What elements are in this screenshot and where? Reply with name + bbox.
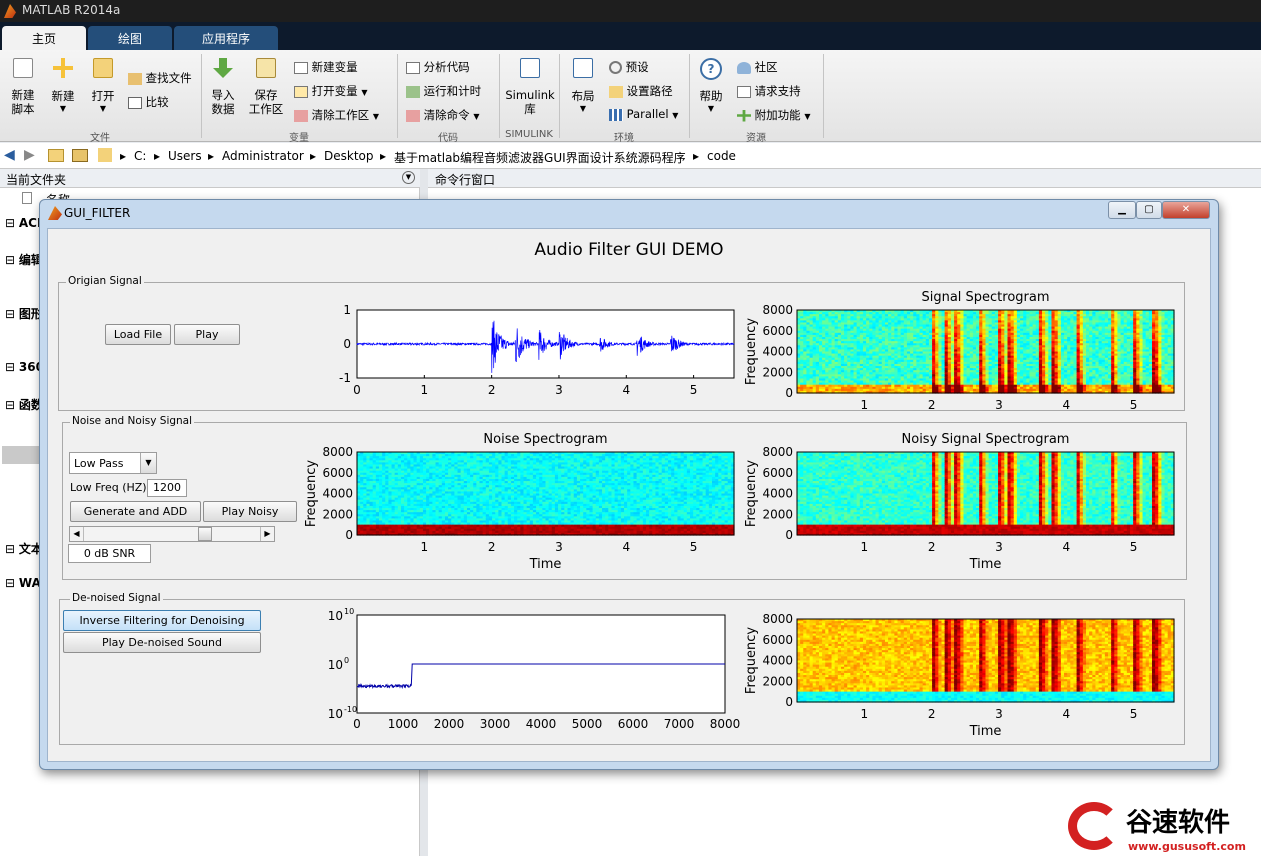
- x-tick-label: 3: [995, 398, 1003, 412]
- x-tick-label: 3: [555, 383, 563, 397]
- spectrogram-cells: [797, 310, 1175, 394]
- x-tick-label: 4: [1062, 398, 1070, 412]
- y-tick-label: 0: [343, 337, 351, 351]
- y-tick-label: 4000: [762, 345, 793, 359]
- x-tick-label: 5: [1130, 398, 1138, 412]
- x-tick-label: 2: [488, 383, 496, 397]
- y-tick-label: 8000: [762, 303, 793, 317]
- y-tick-label: -1: [339, 371, 351, 385]
- figure-axes: 0 1 2 3 4 510-11 2 3 4 580006000400020000Signal S…: [304, 290, 1175, 739]
- x-tick-label: 0: [353, 383, 361, 397]
- y-tick-label: 1: [343, 303, 351, 317]
- x-tick-label: 2: [928, 398, 936, 412]
- x-tick-label: 4: [622, 383, 630, 397]
- x-tick-label: 5: [690, 383, 698, 397]
- x-tick-label: 1: [421, 383, 429, 397]
- x-tick-label: 1: [861, 398, 869, 412]
- y-tick-label: 6000: [762, 324, 793, 338]
